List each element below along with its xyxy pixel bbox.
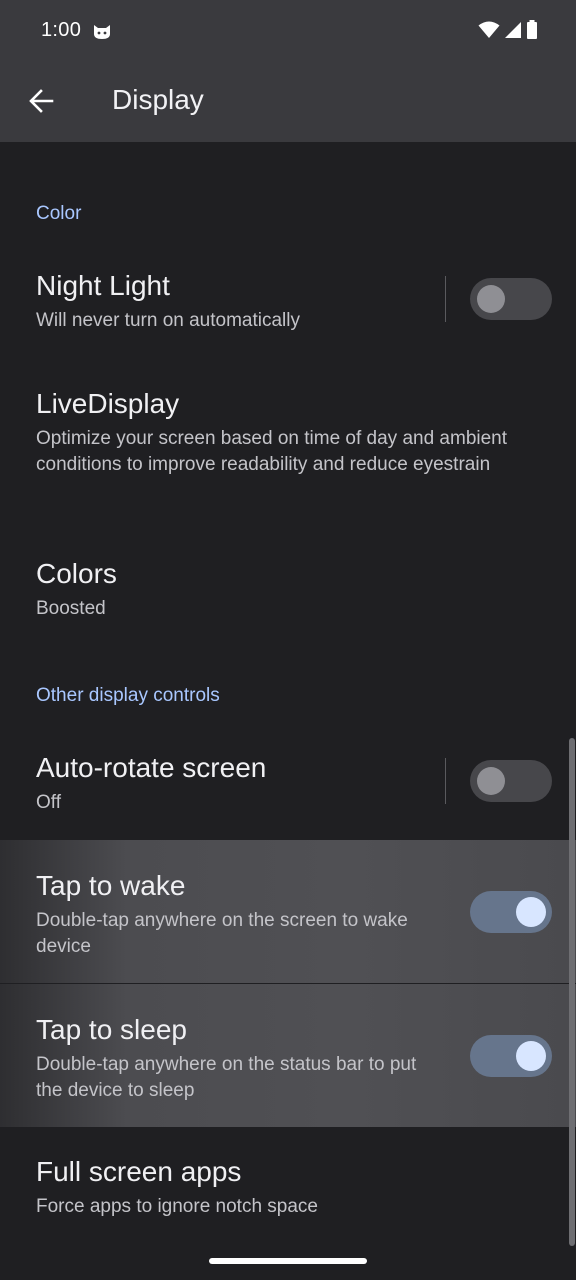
status-icons — [478, 20, 538, 40]
divider — [445, 758, 446, 804]
livedisplay-summary: Optimize your screen based on time of da… — [36, 428, 508, 475]
back-button[interactable] — [18, 78, 64, 124]
tap-to-sleep-switch[interactable] — [470, 1035, 552, 1077]
pref-tap-to-sleep[interactable]: Tap to sleep Double-tap anywhere on the … — [0, 984, 576, 1127]
colors-title: Colors — [36, 558, 117, 589]
night-light-title: Night Light — [36, 270, 170, 301]
night-light-switch[interactable] — [470, 278, 552, 320]
divider — [445, 276, 446, 322]
switch-thumb — [516, 897, 546, 927]
pref-livedisplay[interactable]: LiveDisplay Optimize your screen based o… — [0, 366, 576, 526]
pref-colors[interactable]: Colors Boosted — [0, 536, 576, 646]
status-time: 1:00 — [41, 19, 82, 41]
colors-summary: Boosted — [36, 598, 106, 619]
switch-thumb — [516, 1041, 546, 1071]
pref-full-screen-apps[interactable]: Full screen apps Force apps to ignore no… — [0, 1136, 576, 1246]
tap-to-wake-summary: Double-tap anywhere on the screen to wak… — [36, 910, 408, 957]
section-header-color: Color — [36, 203, 82, 224]
auto-rotate-switch[interactable] — [470, 760, 552, 802]
switch-thumb — [477, 767, 505, 795]
wifi-icon — [478, 21, 500, 38]
pref-auto-rotate[interactable]: Auto-rotate screen Off — [0, 730, 576, 840]
pref-tap-to-wake[interactable]: Tap to wake Double-tap anywhere on the s… — [0, 840, 576, 983]
back-arrow-icon — [29, 89, 54, 113]
night-light-summary: Will never turn on automatically — [36, 310, 300, 331]
auto-rotate-summary: Off — [36, 792, 61, 813]
scrollbar[interactable] — [569, 738, 575, 1246]
cat-notification-icon — [94, 25, 110, 39]
top-bar: 1:00 Display — [0, 0, 576, 142]
cell-signal-icon — [505, 22, 521, 38]
pref-night-light[interactable]: Night Light Will never turn on automatic… — [0, 248, 576, 358]
page-title: Display — [112, 84, 204, 115]
auto-rotate-title: Auto-rotate screen — [36, 752, 267, 783]
tap-to-sleep-title: Tap to sleep — [36, 1014, 187, 1045]
full-screen-apps-title: Full screen apps — [36, 1156, 242, 1187]
display-settings-screen: 1:00 Display Color Night Light Will neve… — [0, 0, 576, 1280]
full-screen-apps-summary: Force apps to ignore notch space — [36, 1196, 319, 1217]
gesture-nav-handle[interactable] — [209, 1258, 367, 1264]
tap-to-wake-title: Tap to wake — [36, 870, 186, 901]
battery-icon — [527, 20, 537, 39]
switch-thumb — [477, 285, 505, 313]
livedisplay-title: LiveDisplay — [36, 388, 180, 419]
tap-to-wake-switch[interactable] — [470, 891, 552, 933]
tap-to-sleep-summary: Double-tap anywhere on the status bar to… — [36, 1054, 417, 1101]
section-header-other-display-controls: Other display controls — [36, 685, 220, 706]
